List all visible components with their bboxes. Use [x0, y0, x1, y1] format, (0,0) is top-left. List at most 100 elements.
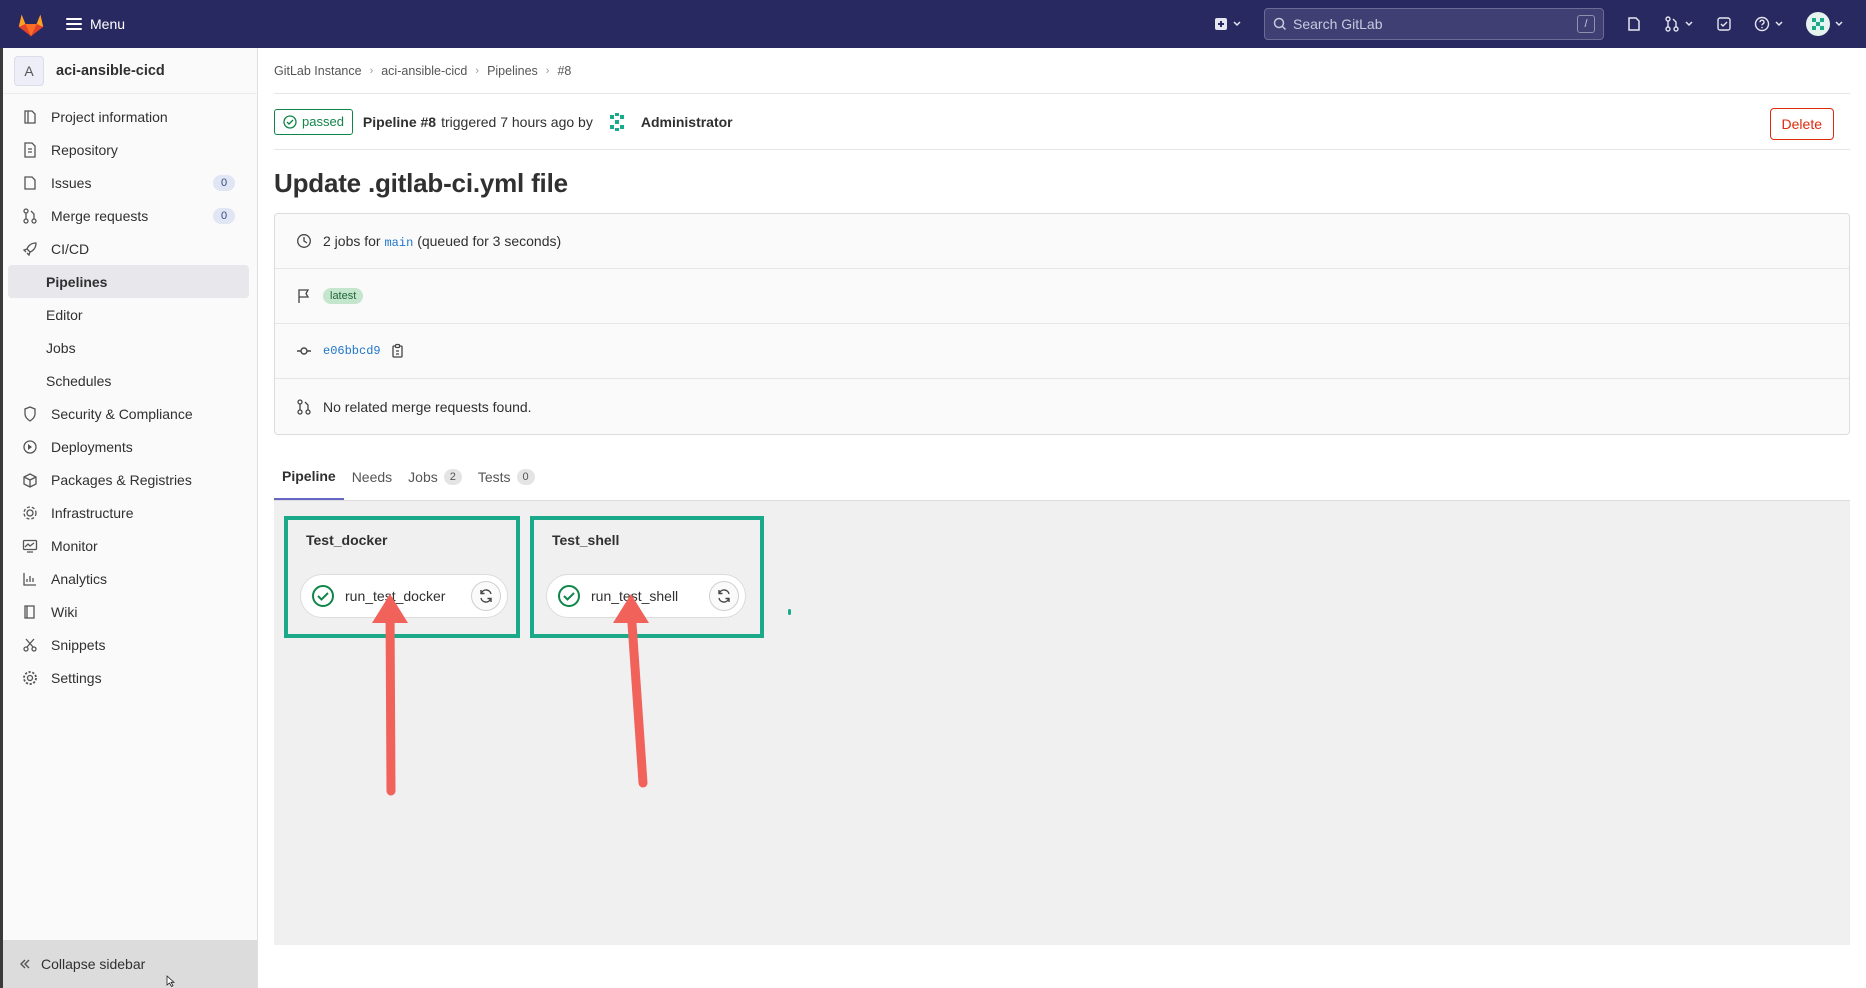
- merge-requests-count-badge: 0: [213, 207, 235, 224]
- help-button[interactable]: [1754, 16, 1784, 32]
- menu-label: Menu: [90, 16, 126, 32]
- mouse-pointer-icon: [166, 975, 176, 987]
- status-badge[interactable]: passed: [274, 108, 353, 135]
- monitor-icon: [22, 538, 38, 554]
- breadcrumb-separator-icon: ›: [545, 64, 550, 77]
- retry-button[interactable]: [709, 581, 739, 611]
- tab-tests[interactable]: Tests 0: [470, 454, 543, 500]
- deploy-icon: [22, 439, 38, 455]
- tab-label: Pipeline: [282, 468, 336, 484]
- issues-shortcut-button[interactable]: [1626, 16, 1642, 32]
- sidebar-item-wiki[interactable]: Wiki: [0, 595, 257, 628]
- tab-label: Needs: [351, 469, 393, 485]
- retry-icon: [718, 589, 730, 603]
- merge-requests-text: No related merge requests found.: [323, 398, 532, 415]
- sidebar-item-jobs[interactable]: Jobs: [0, 331, 257, 364]
- tab-label: Tests: [477, 469, 511, 485]
- admin-avatar-icon[interactable]: [606, 111, 628, 133]
- plus-square-icon: [1215, 18, 1227, 30]
- sidebar-project-header[interactable]: A aci-ansible-cicd: [0, 48, 257, 94]
- sidebar-item-merge-requests[interactable]: Merge requests 0: [0, 199, 257, 232]
- pipeline-user[interactable]: Administrator: [641, 114, 733, 130]
- sidebar-item-packages-registries[interactable]: Packages & Registries: [0, 463, 257, 496]
- page-title: Update .gitlab-ci.yml file: [274, 168, 568, 198]
- user-menu-button[interactable]: [1806, 12, 1844, 36]
- sidebar-item-cicd[interactable]: CI/CD: [0, 232, 257, 265]
- merge-requests-shortcut-button[interactable]: [1664, 16, 1694, 32]
- tab-needs[interactable]: Needs: [344, 454, 400, 500]
- clock-icon: [295, 233, 313, 249]
- status-success-icon: [558, 585, 580, 607]
- search-icon: [1273, 17, 1287, 31]
- sidebar-item-label: Schedules: [46, 372, 112, 389]
- collapse-sidebar-button[interactable]: Collapse sidebar: [3, 940, 257, 988]
- shield-icon: [22, 405, 38, 422]
- merge-icon: [22, 207, 38, 224]
- issues-icon: [22, 175, 38, 191]
- user-avatar: [1806, 12, 1830, 36]
- status-success-icon: [283, 114, 297, 129]
- tab-label: Jobs: [408, 469, 438, 485]
- sidebar-item-schedules[interactable]: Schedules: [0, 364, 257, 397]
- pipeline-info-box: 2 jobs for main (queued for 3 seconds) l…: [274, 213, 1850, 435]
- gitlab-logo-icon[interactable]: [16, 9, 46, 39]
- sidebar-item-monitor[interactable]: Monitor: [0, 529, 257, 562]
- retry-button[interactable]: [471, 581, 501, 611]
- delete-button[interactable]: Delete: [1769, 108, 1834, 140]
- new-dropdown-button[interactable]: [1214, 17, 1242, 31]
- pipeline-label: Pipeline #8: [362, 113, 437, 130]
- sidebar-item-issues[interactable]: Issues 0: [0, 166, 257, 199]
- copy-icon[interactable]: [391, 343, 405, 359]
- sidebar-item-label: Settings: [51, 669, 102, 686]
- breadcrumb-item[interactable]: GitLab Instance: [274, 64, 362, 78]
- sidebar-item-settings[interactable]: Settings: [0, 661, 257, 694]
- sidebar-item-label: Issues: [51, 174, 92, 191]
- sidebar-item-label: Project information: [51, 108, 168, 125]
- jobs-count-text: 2 jobs for: [323, 232, 381, 249]
- search-placeholder: Search GitLab: [1293, 16, 1383, 32]
- sidebar-item-label: Security & Compliance: [51, 405, 193, 422]
- status-success-icon: [312, 585, 334, 607]
- search-input[interactable]: Search GitLab /: [1264, 8, 1604, 40]
- search-shortcut-badge: /: [1577, 15, 1595, 33]
- tab-jobs[interactable]: Jobs 2: [400, 454, 470, 500]
- breadcrumb-item[interactable]: aci-ansible-cicd: [381, 64, 467, 78]
- retry-icon: [480, 589, 492, 603]
- chevron-down-icon: [1775, 21, 1783, 27]
- menu-button[interactable]: Menu: [66, 16, 125, 32]
- sidebar-item-label: Jobs: [46, 339, 76, 356]
- status-label: passed: [302, 114, 344, 129]
- job-item[interactable]: run_test_shell: [546, 574, 746, 618]
- todos-button[interactable]: [1716, 16, 1732, 32]
- sidebar-item-label: Snippets: [51, 636, 106, 653]
- graph-marker: [788, 609, 791, 615]
- chart-icon: [22, 571, 38, 587]
- package-icon: [22, 472, 38, 488]
- breadcrumb-item[interactable]: #8: [557, 64, 571, 78]
- issues-icon: [1628, 17, 1640, 31]
- hamburger-icon: [66, 18, 82, 30]
- sidebar-item-repository[interactable]: Repository: [0, 133, 257, 166]
- sidebar-item-analytics[interactable]: Analytics: [0, 562, 257, 595]
- rocket-icon: [22, 241, 38, 257]
- sidebar-item-label: Analytics: [51, 570, 108, 587]
- sidebar-item-snippets[interactable]: Snippets: [0, 628, 257, 661]
- branch-link[interactable]: main: [384, 236, 413, 250]
- sidebar-item-editor[interactable]: Editor: [0, 298, 257, 331]
- tag-info-row: latest: [275, 269, 1849, 324]
- sidebar-item-deployments[interactable]: Deployments: [0, 430, 257, 463]
- sidebar-item-label: Packages & Registries: [51, 471, 192, 488]
- project-name: aci-ansible-cicd: [56, 62, 165, 79]
- sidebar-item-label: Monitor: [51, 537, 98, 554]
- job-item[interactable]: run_test_docker: [300, 574, 508, 618]
- commit-info-row: e06bbcd9: [275, 324, 1849, 379]
- sidebar-item-infrastructure[interactable]: Infrastructure: [0, 496, 257, 529]
- commit-sha-link[interactable]: e06bbcd9: [323, 344, 381, 358]
- sidebar-item-pipelines[interactable]: Pipelines: [8, 265, 249, 298]
- sidebar-item-project-information[interactable]: Project information: [0, 100, 257, 133]
- gear-icon: [22, 670, 38, 686]
- tab-pipeline[interactable]: Pipeline: [274, 454, 344, 500]
- sidebar-item-security-compliance[interactable]: Security & Compliance: [0, 397, 257, 430]
- breadcrumb-item[interactable]: Pipelines: [487, 64, 538, 78]
- sidebar-nav: Project information Repository Issues 0 …: [0, 94, 257, 694]
